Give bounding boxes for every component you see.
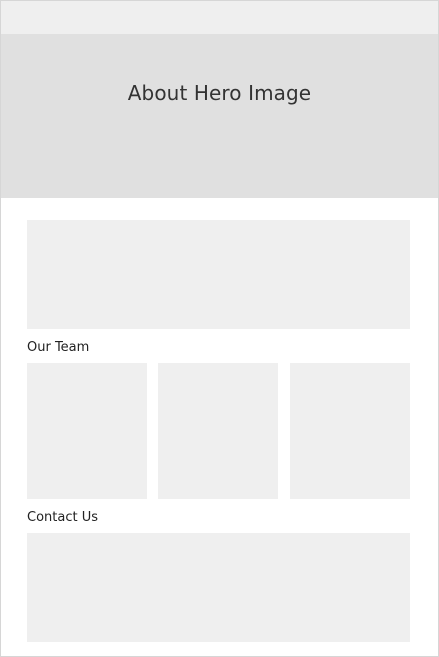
hero-title: About Hero Image [127, 81, 312, 105]
contact-section-title: Contact Us [27, 510, 98, 525]
page-frame: About Hero Image Our Team Contact Us [0, 0, 439, 657]
team-member-card [27, 363, 147, 499]
top-navigation-bar [1, 1, 438, 34]
team-section-title: Our Team [27, 340, 90, 355]
contact-content-placeholder [27, 533, 410, 642]
team-member-card [290, 363, 410, 499]
hero-image: About Hero Image [1, 34, 438, 198]
team-member-card [158, 363, 278, 499]
about-content-placeholder [27, 220, 410, 329]
